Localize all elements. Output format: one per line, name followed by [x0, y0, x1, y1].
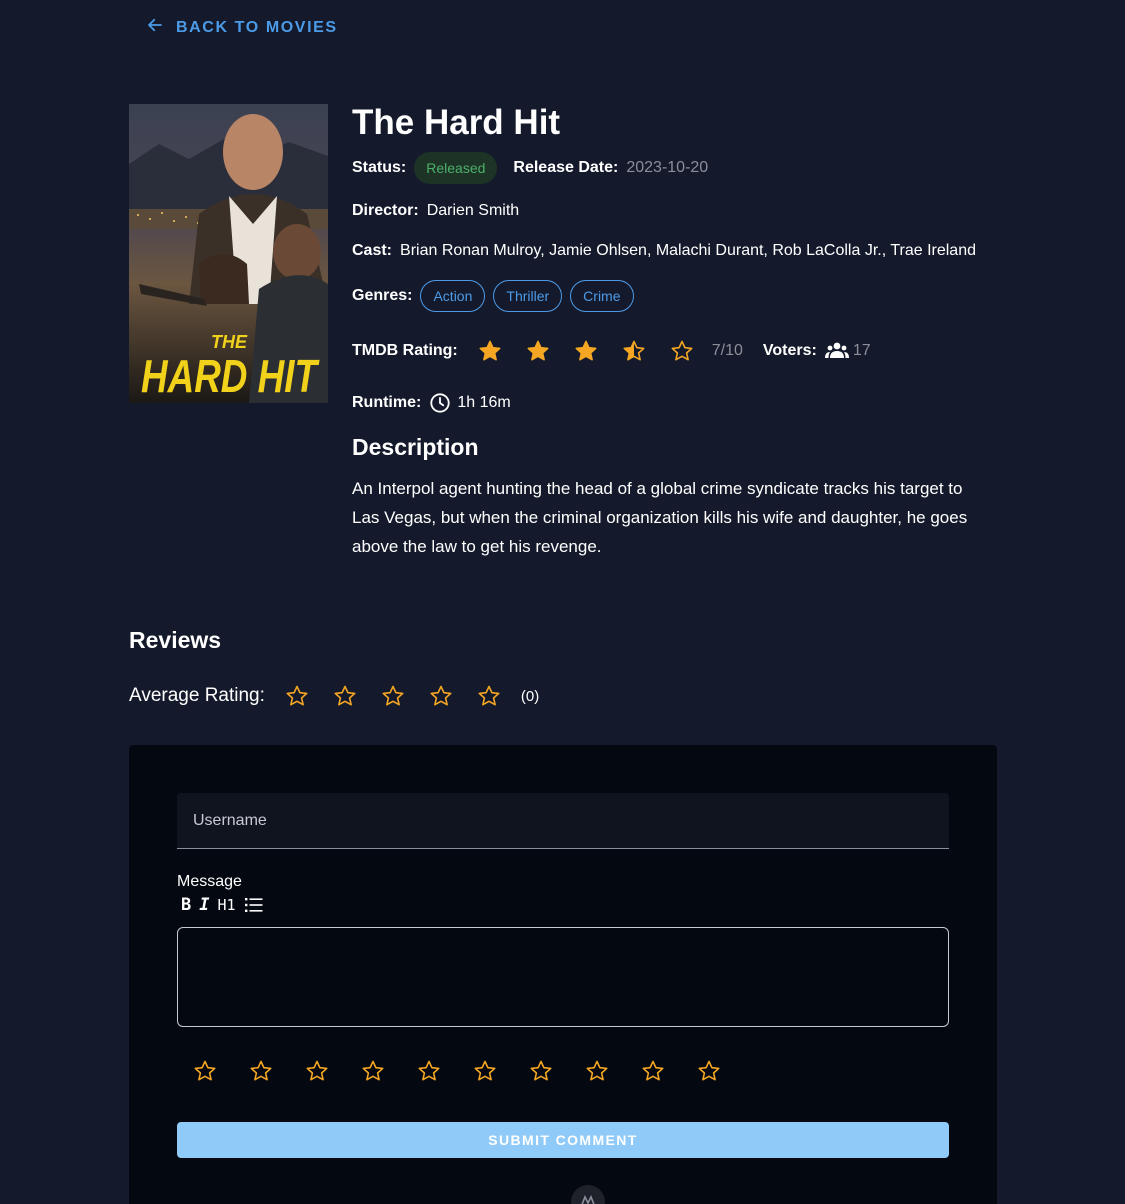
poster-title-top: THE [211, 332, 248, 352]
cast-row: Cast: Brian Ronan Mulroy, Jamie Ohlsen, … [352, 242, 976, 260]
genres-label: Genres: [352, 287, 413, 304]
arrow-left-icon [146, 16, 164, 39]
rating-star-icon-8[interactable] [585, 1059, 609, 1083]
average-star-icon-5 [478, 685, 500, 706]
submit-comment-button[interactable]: SUBMIT COMMENT [177, 1122, 949, 1158]
average-rating-row: Average Rating: (0) [129, 684, 539, 708]
movie-info: The Hard Hit Status: Released Release Da… [352, 100, 1012, 556]
heading-button[interactable]: H1 [218, 896, 236, 914]
comment-form-card: Username Message B I H1 SUBMIT COMMENT [129, 745, 997, 1204]
director-value: Darien Smith [426, 202, 520, 219]
rating-star-icon-6[interactable] [473, 1059, 497, 1083]
rating-star-icon-2[interactable] [249, 1059, 273, 1083]
rating-star-icon-4[interactable] [361, 1059, 385, 1083]
italic-button[interactable]: I [199, 895, 209, 915]
reviews-heading: Reviews [129, 627, 222, 653]
average-rating-stars [285, 684, 501, 708]
runtime-row: Runtime: 1h 16m [352, 392, 511, 414]
editor-toolbar: B I H1 [181, 895, 264, 915]
description-text: An Interpol agent hunting the head of a … [352, 479, 968, 556]
bulleted-list-icon[interactable] [244, 895, 264, 915]
tmdb-star-icon-2 [527, 340, 549, 361]
movie-poster: THE HARD HIT [129, 104, 328, 403]
average-star-icon-4 [430, 685, 452, 706]
release-date-value: 2023-10-20 [626, 159, 709, 176]
average-star-icon-2 [334, 685, 356, 706]
back-to-movies-link[interactable]: BACK TO MOVIES [146, 16, 338, 39]
rating-star-icon-7[interactable] [529, 1059, 553, 1083]
director-label: Director: [352, 202, 419, 219]
bold-button[interactable]: B [181, 895, 191, 915]
rating-star-icon-10[interactable] [697, 1059, 721, 1083]
clock-icon [429, 392, 451, 414]
status-row: Status: Released Release Date: 2023-10-2… [352, 152, 708, 184]
cast-label: Cast: [352, 242, 393, 259]
director-row: Director: Darien Smith [352, 202, 519, 220]
rating-star-icon-5[interactable] [417, 1059, 441, 1083]
genre-chip-action[interactable]: Action [420, 280, 486, 312]
tmdb-star-icon-3 [575, 340, 597, 361]
tmdb-star-icon-5 [671, 340, 693, 361]
poster-title-main: HARD HIT [141, 350, 320, 402]
tmdb-star-icon-4 [623, 340, 645, 361]
rating-star-icon-9[interactable] [641, 1059, 665, 1083]
movie-title: The Hard Hit [352, 103, 561, 142]
tmdb-rating-stars [478, 339, 694, 363]
group-icon [824, 341, 849, 361]
cast-value: Brian Ronan Mulroy, Jamie Ohlsen, Malach… [400, 242, 976, 259]
genre-chip-thriller[interactable]: Thriller [493, 280, 563, 312]
tmdb-label: TMDB Rating: [352, 342, 458, 359]
tmdb-star-icon-1 [479, 340, 501, 361]
voters-label: Voters: [762, 342, 817, 359]
runtime-label: Runtime: [352, 394, 422, 411]
description-heading: Description [352, 434, 479, 460]
username-placeholder: Username [193, 811, 267, 829]
tmdb-row: TMDB Rating: 7/10 Voters: 17 [352, 339, 871, 363]
genre-chip-crime[interactable]: Crime [570, 280, 634, 312]
genres-row: Genres: Action Thriller Crime [352, 280, 642, 312]
tmdb-rating-value: 7/10 [711, 342, 743, 359]
username-field[interactable]: Username [177, 793, 949, 849]
release-date-label: Release Date: [513, 159, 619, 176]
status-label: Status: [352, 159, 407, 176]
logo-icon [571, 1185, 605, 1204]
average-star-icon-1 [286, 685, 308, 706]
rating-star-icon-3[interactable] [305, 1059, 329, 1083]
rating-star-icon-1[interactable] [193, 1059, 217, 1083]
message-textarea[interactable] [177, 927, 949, 1027]
runtime-value: 1h 16m [457, 394, 511, 411]
average-star-icon-3 [382, 685, 404, 706]
rating-input-stars [193, 1059, 721, 1083]
status-badge: Released [414, 152, 498, 184]
back-label: BACK TO MOVIES [176, 18, 338, 36]
review-count: (0) [520, 687, 540, 705]
message-label: Message [177, 873, 242, 890]
voters-value: 17 [852, 342, 871, 359]
average-rating-label: Average Rating: [129, 685, 265, 706]
